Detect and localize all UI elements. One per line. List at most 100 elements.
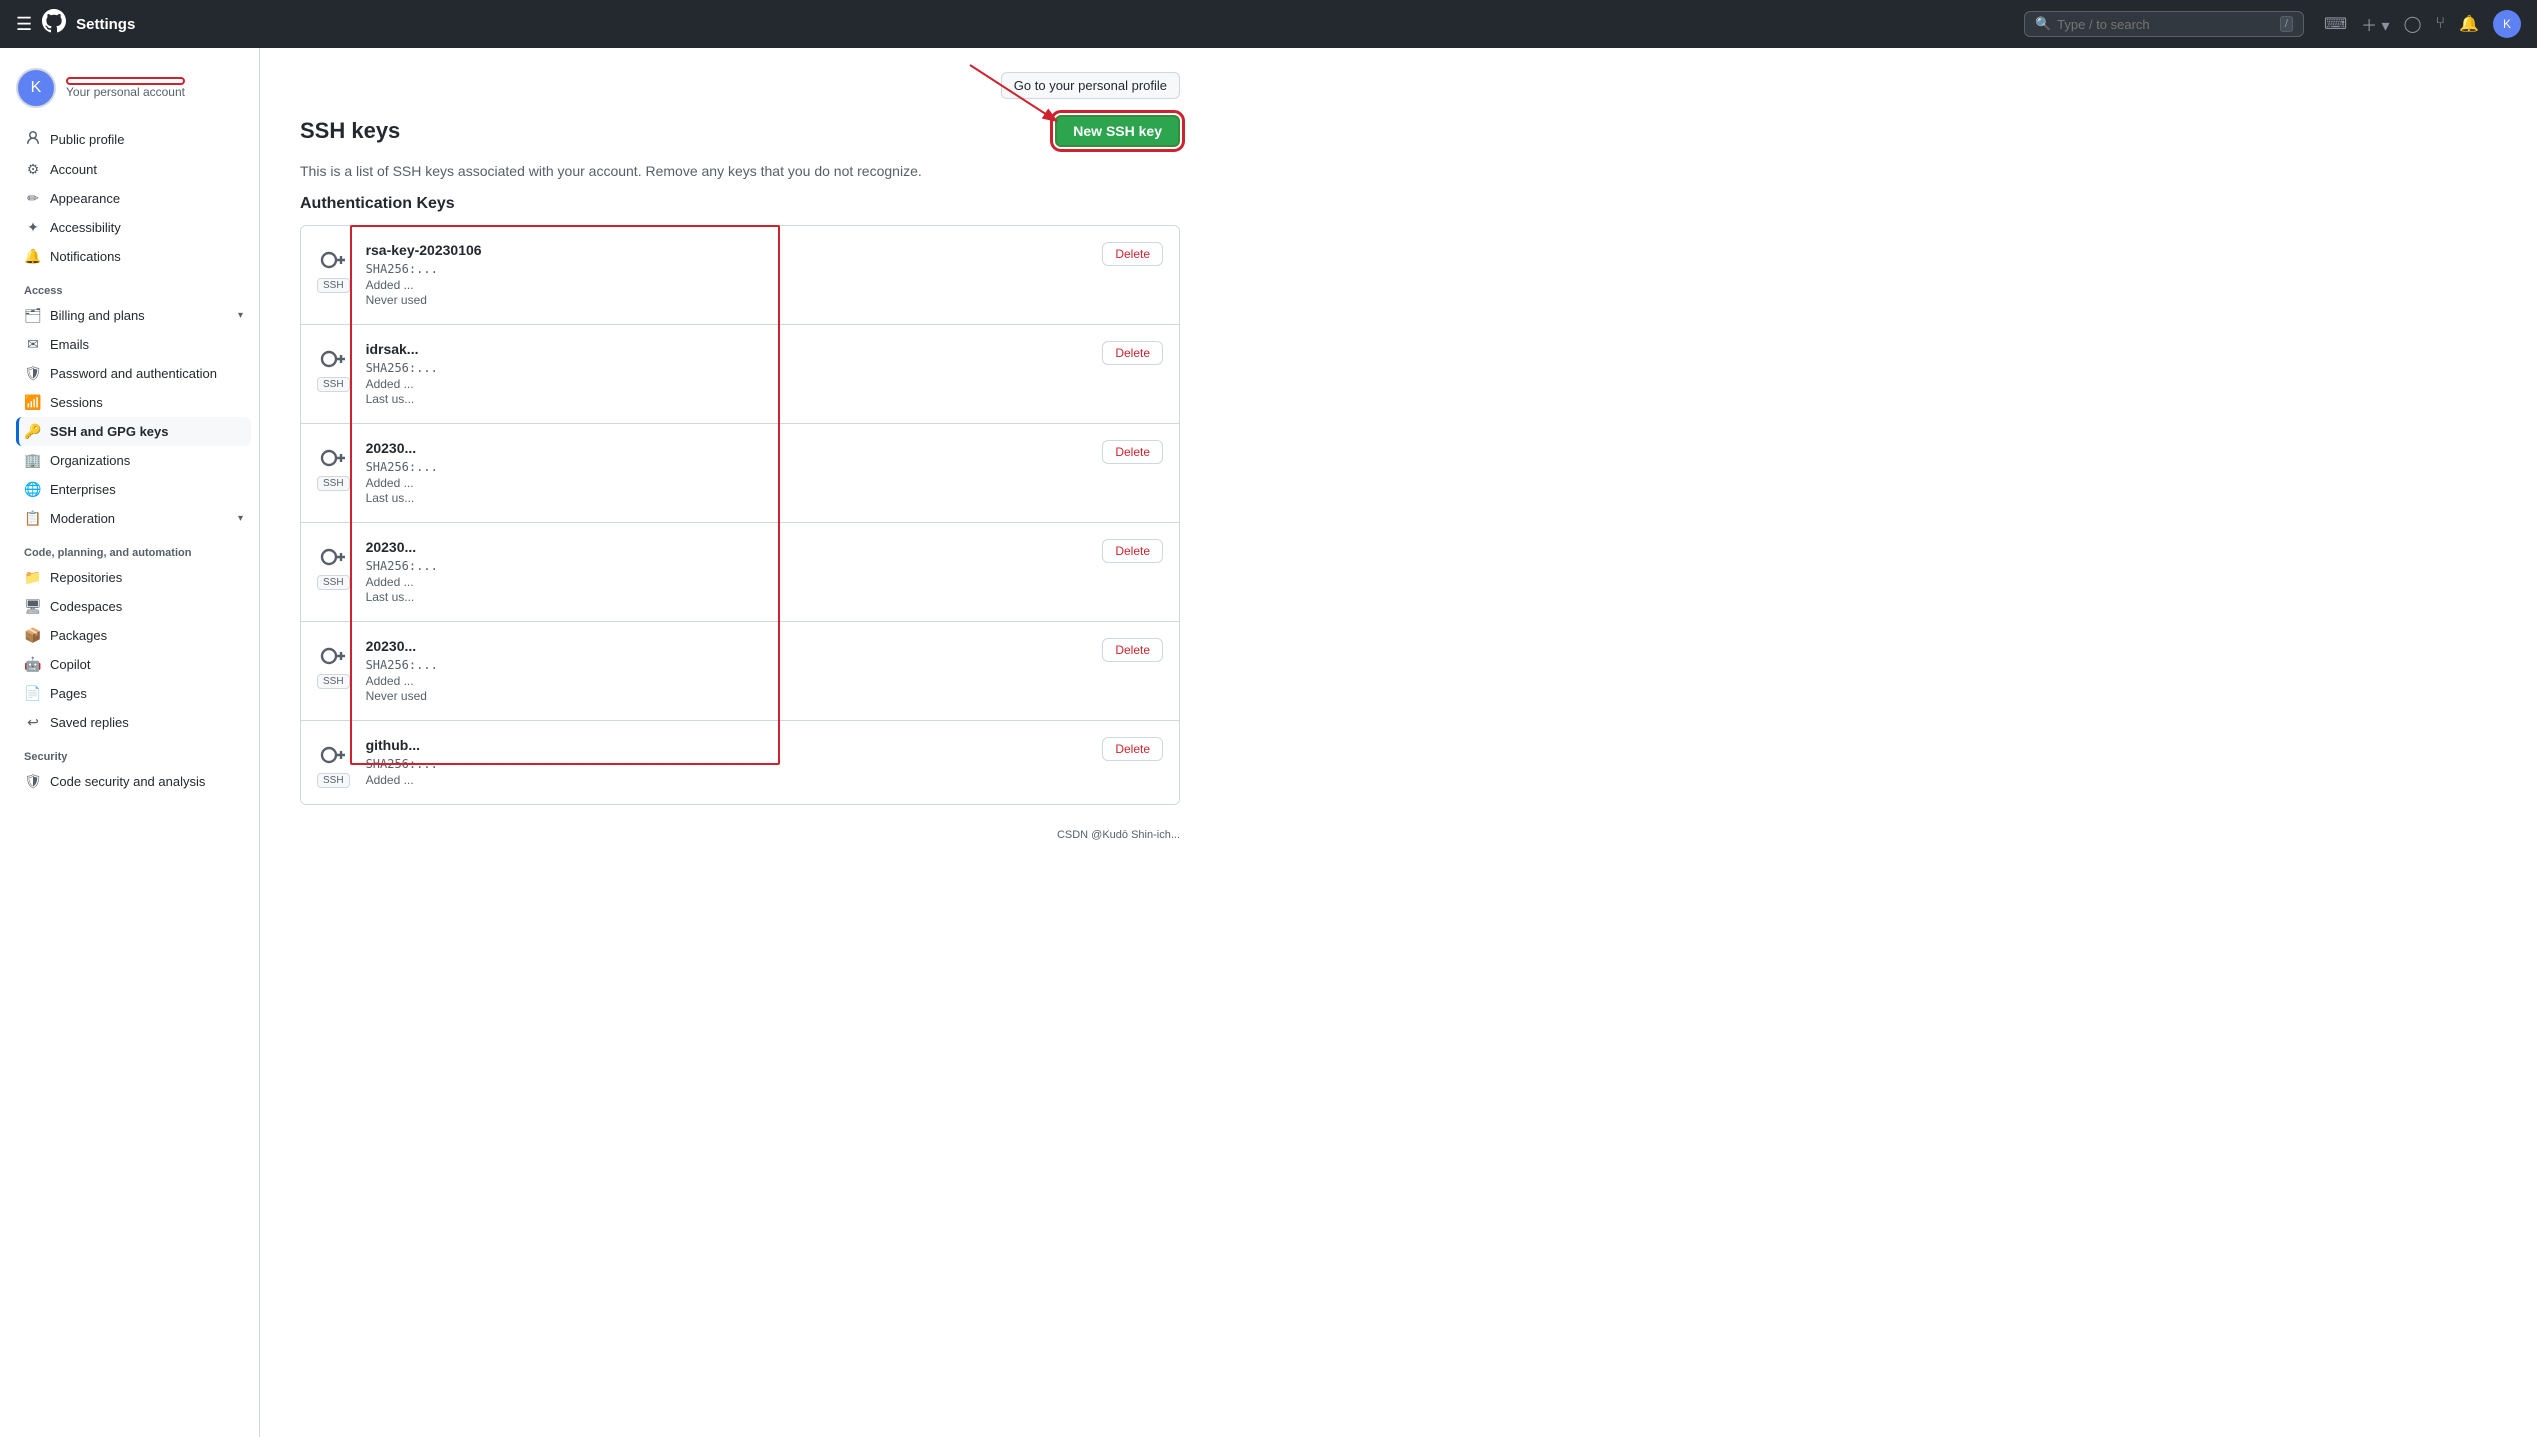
sidebar-item-label: Codespaces [50,599,122,614]
main-content: Go to your personal profile SSH keys New… [260,48,1220,1437]
ssh-key-actions: Delete [1102,341,1163,365]
sidebar-item-accessibility[interactable]: ✦ Accessibility [16,213,251,242]
moderation-icon: 📋 [24,510,42,527]
go-to-profile-button[interactable]: Go to your personal profile [1001,72,1180,99]
ssh-fingerprint: SHA256:... [366,757,1103,771]
sidebar-item-label: Organizations [50,453,130,468]
key-icon: 🔑 [24,423,42,440]
sidebar-item-notifications[interactable]: 🔔 Notifications [16,242,251,271]
sidebar-item-label: Billing and plans [50,308,145,323]
broadcast-icon: 📶 [24,394,42,411]
sidebar-user: K Your personal account [16,68,259,108]
ssh-key-icon-wrapper: SSH [317,242,350,293]
auth-keys-heading: Authentication Keys [300,195,1180,213]
sidebar-item-repositories[interactable]: 📁 Repositories [16,563,251,592]
sidebar: K Your personal account Public profile ⚙… [0,48,260,1437]
delete-key-button[interactable]: Delete [1102,737,1163,761]
ssh-fingerprint: SHA256:... [366,460,1103,474]
issues-icon[interactable]: ◯ [2404,14,2422,34]
sidebar-item-billing[interactable]: 🗂 Billing and plans ▾ [16,301,251,330]
sidebar-item-appearance[interactable]: ✏ Appearance [16,184,251,213]
ssh-badge: SSH [317,377,350,392]
pullrequest-icon[interactable]: ⑂ [2435,15,2445,33]
sidebar-item-enterprises[interactable]: 🌐 Enterprises [16,475,251,504]
delete-key-button[interactable]: Delete [1102,440,1163,464]
sidebar-item-sessions[interactable]: 📶 Sessions [16,388,251,417]
copilot-icon: 🤖 [24,656,42,673]
sidebar-item-emails[interactable]: ✉ Emails [16,330,251,359]
sidebar-item-ssh-gpg[interactable]: 🔑 SSH and GPG keys [16,417,251,446]
page-description: This is a list of SSH keys associated wi… [300,163,1180,179]
ssh-last-used: Last us... [366,491,1103,505]
ssh-key-actions: Delete [1102,638,1163,662]
ssh-key-name: 20230... [366,440,1103,456]
ssh-key-item: SSH 20230... SHA256:... Added ... Last u… [301,523,1179,622]
plus-icon[interactable]: ＋ ▾ [2361,12,2389,36]
ssh-key-icon-wrapper: SSH [317,440,350,491]
delete-key-button[interactable]: Delete [1102,539,1163,563]
sidebar-item-public-profile[interactable]: Public profile [16,124,251,155]
sidebar-item-label: SSH and GPG keys [50,424,169,439]
ssh-fingerprint: SHA256:... [366,559,1103,573]
accessibility-icon: ✦ [24,219,42,236]
sidebar-item-packages[interactable]: 📦 Packages [16,621,251,650]
ssh-key-icon-wrapper: SSH [317,539,350,590]
topnav-search[interactable]: 🔍 / [2024,11,2304,37]
new-ssh-key-button[interactable]: New SSH key [1055,115,1180,147]
delete-key-button[interactable]: Delete [1102,242,1163,266]
sidebar-item-moderation[interactable]: 📋 Moderation ▾ [16,504,251,533]
ssh-key-details: 20230... SHA256:... Added ... Last us... [366,440,1103,506]
chevron-down-icon: ▾ [238,310,243,321]
ssh-badge: SSH [317,575,350,590]
sidebar-code-section: Code, planning, and automation [24,547,259,559]
sidebar-item-account[interactable]: ⚙ Account [16,155,251,184]
mail-icon: ✉ [24,336,42,353]
sidebar-item-password[interactable]: 🛡 Password and authentication [16,359,251,388]
code-security-icon: 🛡 [24,773,42,790]
ssh-added: Added ... [366,674,1103,688]
ssh-last-used: Never used [366,689,1103,703]
ssh-badge: SSH [317,278,350,293]
terminal-icon[interactable]: ⌨ [2324,14,2347,34]
page-header: SSH keys New SSH key [300,115,1180,147]
sidebar-subtitle: Your personal account [66,85,185,99]
codespaces-icon: 🖥 [24,598,42,615]
pages-icon: 📄 [24,685,42,702]
ssh-key-item: SSH github... SHA256:... Added ... Delet… [301,721,1179,804]
ssh-key-details: 20230... SHA256:... Added ... Never used [366,638,1103,704]
user-icon [24,130,42,149]
ssh-key-name: 20230... [366,638,1103,654]
ssh-badge: SSH [317,773,350,788]
ssh-key-name: idrsak... [366,341,1103,357]
sidebar-item-organizations[interactable]: 🏢 Organizations [16,446,251,475]
ssh-key-name: github... [366,737,1103,753]
ssh-added: Added ... [366,476,1103,490]
ssh-key-actions: Delete [1102,737,1163,761]
ssh-added: Added ... [366,278,1103,292]
topnav-right: ⌨ ＋ ▾ ◯ ⑂ 🔔 K [2324,10,2521,38]
sidebar-item-label: Moderation [50,511,115,526]
hamburger-icon[interactable]: ☰ [16,14,32,35]
sidebar-avatar: K [16,68,56,108]
sidebar-item-saved-replies[interactable]: ↩ Saved replies [16,708,251,737]
sidebar-item-label: Password and authentication [50,366,217,381]
ssh-added: Added ... [366,773,1103,787]
search-input[interactable] [2057,17,2274,32]
delete-key-button[interactable]: Delete [1102,638,1163,662]
avatar[interactable]: K [2493,10,2521,38]
sidebar-item-copilot[interactable]: 🤖 Copilot [16,650,251,679]
sidebar-item-label: Repositories [50,570,122,585]
gear-icon: ⚙ [24,161,42,178]
sidebar-item-codespaces[interactable]: 🖥 Codespaces [16,592,251,621]
inbox-icon[interactable]: 🔔 [2459,14,2479,34]
bell-icon: 🔔 [24,248,42,265]
repo-icon: 📁 [24,569,42,586]
sidebar-item-code-security[interactable]: 🛡 Code security and analysis [16,767,251,796]
ssh-key-actions: Delete [1102,440,1163,464]
sidebar-item-label: Accessibility [50,220,121,235]
sidebar-item-label: Sessions [50,395,103,410]
delete-key-button[interactable]: Delete [1102,341,1163,365]
sidebar-access-section: Access [24,285,259,297]
sidebar-item-pages[interactable]: 📄 Pages [16,679,251,708]
shield-icon: 🛡 [24,365,42,382]
